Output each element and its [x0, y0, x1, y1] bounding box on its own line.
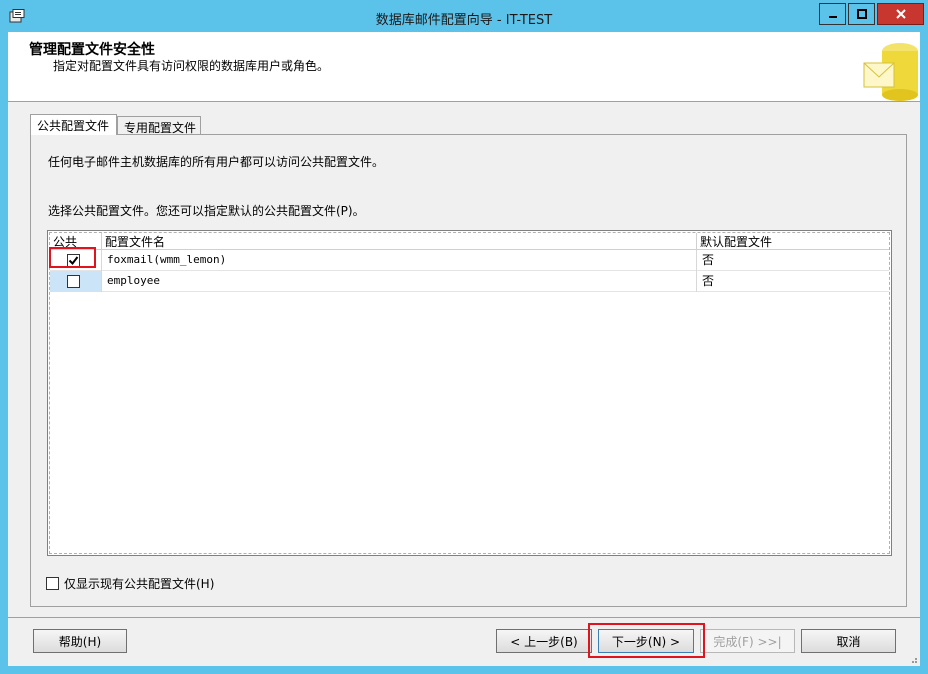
- resize-grip-icon[interactable]: [908, 654, 918, 664]
- show-only-public-option[interactable]: 仅显示现有公共配置文件(H): [46, 575, 214, 592]
- maximize-button[interactable]: [848, 3, 875, 25]
- public-cell[interactable]: [50, 271, 102, 292]
- help-button[interactable]: 帮助(H): [33, 629, 127, 653]
- select-instruction-text: 选择公共配置文件。您还可以指定默认的公共配置文件(P)。: [48, 204, 365, 218]
- minimize-icon: [828, 16, 837, 18]
- tab-public-profiles[interactable]: 公共配置文件: [30, 114, 117, 135]
- finish-button[interactable]: 完成(F) >>|: [700, 629, 795, 653]
- column-header-default-profile[interactable]: 默认配置文件: [697, 233, 889, 250]
- wizard-client-area: 管理配置文件安全性 指定对配置文件具有访问权限的数据库用户或角色。 公共配置文件…: [8, 32, 920, 666]
- table-row[interactable]: employee 否: [50, 271, 889, 292]
- tab-private-profiles[interactable]: 专用配置文件: [117, 116, 201, 135]
- public-info-text: 任何电子邮件主机数据库的所有用户都可以访问公共配置文件。: [48, 155, 385, 169]
- close-icon: [895, 9, 906, 19]
- column-header-profile-name[interactable]: 配置文件名: [102, 233, 697, 250]
- window-title: 数据库邮件配置向导 - IT-TEST: [375, 13, 553, 28]
- database-mail-logo-icon: [863, 43, 918, 101]
- grid-header: 公共 配置文件名 默认配置文件: [50, 233, 889, 250]
- highlight-box: [588, 623, 705, 658]
- profile-name-cell[interactable]: foxmail(wmm_lemon): [102, 250, 697, 271]
- cancel-button[interactable]: 取消: [801, 629, 896, 653]
- maximize-icon: [856, 9, 867, 19]
- page-subtitle: 指定对配置文件具有访问权限的数据库用户或角色。: [53, 59, 330, 73]
- show-only-public-checkbox[interactable]: [46, 577, 59, 590]
- page-header: 管理配置文件安全性 指定对配置文件具有访问权限的数据库用户或角色。: [8, 32, 920, 102]
- public-profiles-panel: 任何电子邮件主机数据库的所有用户都可以访问公共配置文件。 选择公共配置文件。您还…: [30, 134, 907, 607]
- footer-divider: [8, 617, 920, 618]
- show-only-public-label[interactable]: 仅显示现有公共配置文件(H): [64, 575, 214, 592]
- default-profile-cell[interactable]: 否: [697, 250, 889, 271]
- minimize-button[interactable]: [819, 3, 846, 25]
- default-profile-cell[interactable]: 否: [697, 271, 889, 292]
- public-checkbox[interactable]: [67, 275, 80, 288]
- highlight-box: [49, 247, 96, 268]
- title-bar[interactable]: 数据库邮件配置向导 - IT-TEST: [0, 0, 928, 32]
- back-button[interactable]: < 上一步(B): [496, 629, 592, 653]
- close-button[interactable]: [877, 3, 924, 25]
- profiles-grid[interactable]: 公共 配置文件名 默认配置文件 foxmail(wmm_lemon) 否 emp…: [47, 230, 892, 556]
- profile-name-cell[interactable]: employee: [102, 271, 697, 292]
- wizard-window: 数据库邮件配置向导 - IT-TEST 管理配置文件安全性 指定对配置文件具有访…: [0, 0, 928, 674]
- page-title: 管理配置文件安全性: [29, 42, 155, 58]
- table-row[interactable]: foxmail(wmm_lemon) 否: [50, 250, 889, 271]
